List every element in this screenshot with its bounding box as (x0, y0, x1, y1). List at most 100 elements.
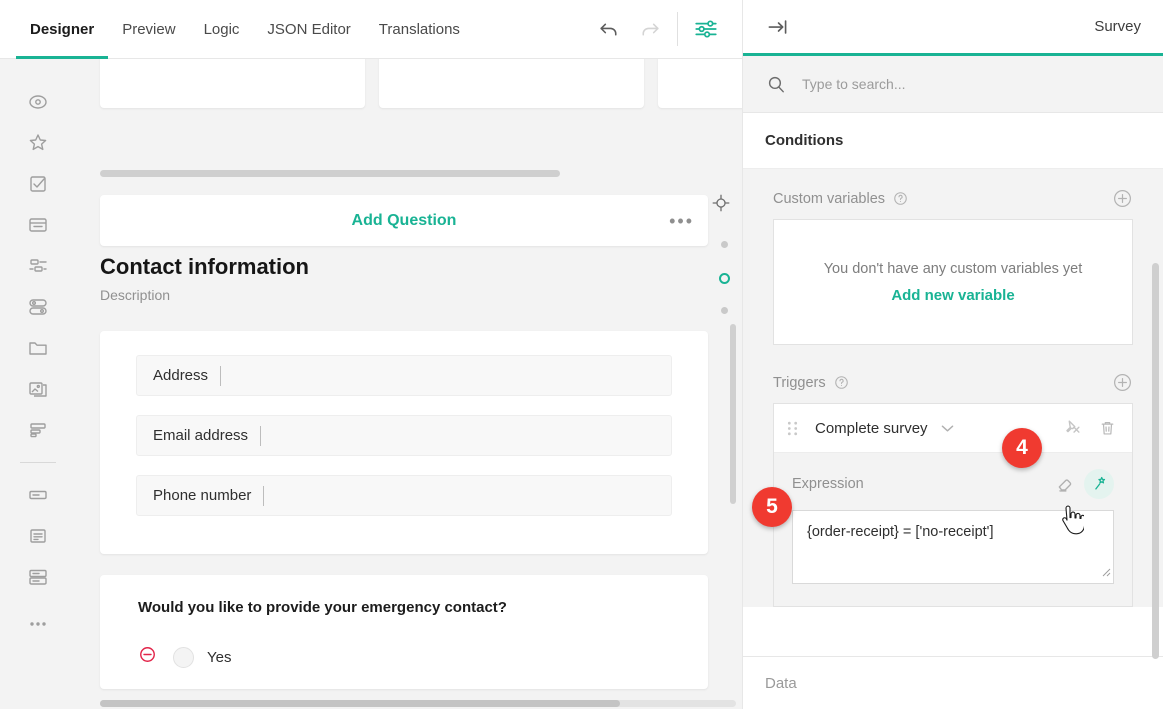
drag-handle-icon (786, 420, 799, 437)
step-badge-5: 5 (752, 487, 792, 527)
toolbox-item-radiogroup[interactable] (18, 81, 58, 122)
field-email-address[interactable]: Email address (136, 415, 672, 456)
radio-yes[interactable] (173, 647, 194, 668)
matrix-cell[interactable] (379, 59, 644, 108)
page-title[interactable]: Contact information (100, 254, 708, 280)
add-question-button[interactable]: Add Question ••• (100, 195, 708, 246)
trigger-unpin-button[interactable] (1061, 417, 1083, 439)
more-dots-icon (26, 612, 50, 636)
resize-grip-icon[interactable] (1099, 564, 1111, 582)
canvas-vscrollbar-thumb[interactable] (730, 324, 736, 504)
drag-handle-button[interactable] (786, 420, 799, 437)
design-canvas: Add Question ••• (76, 59, 742, 709)
step-badge-4-label: 4 (1016, 436, 1028, 460)
ranking-icon (26, 418, 50, 442)
search-icon (765, 73, 788, 96)
panel-header: Survey (743, 0, 1163, 56)
page-description[interactable]: Description (100, 287, 708, 303)
section-conditions-body: Custom variables You (743, 169, 1163, 607)
expression-header: Expression (792, 469, 1114, 499)
page-navigator-dot-active[interactable] (719, 273, 730, 284)
custom-variables-empty-text: You don't have any custom variables yet (824, 261, 1083, 277)
page-block: Contact information Description Address … (100, 254, 708, 689)
canvas-hscrollbar-thumb[interactable] (100, 700, 620, 707)
matrix-hscrollbar[interactable] (100, 170, 740, 177)
tab-logic[interactable]: Logic (190, 0, 254, 59)
expression-wand-button[interactable] (1084, 469, 1114, 499)
trigger-type-value[interactable]: Complete survey (815, 420, 928, 437)
toolbox-item-rating[interactable] (18, 122, 58, 163)
expression-clear-button[interactable] (1054, 473, 1076, 495)
tagbox-icon (26, 254, 50, 278)
field-email-address-label: Email address (153, 427, 248, 444)
redo-icon (637, 17, 662, 42)
redo-button[interactable] (629, 9, 669, 49)
toolbox-item-text[interactable] (18, 474, 58, 515)
tab-json-editor[interactable]: JSON Editor (253, 0, 364, 59)
toolbox-item-dropdown[interactable] (18, 204, 58, 245)
question-emergency-contact[interactable]: Would you like to provide your emergency… (100, 575, 708, 689)
text-caret (220, 366, 221, 386)
add-custom-variable-button[interactable] (1112, 188, 1133, 209)
target-crosshair-icon (710, 192, 732, 214)
section-conditions-header[interactable]: Conditions (743, 113, 1163, 169)
tab-designer-label: Designer (30, 21, 94, 38)
matrix-hscrollbar-thumb[interactable] (100, 170, 560, 177)
custom-variables-help-button[interactable] (893, 191, 908, 206)
section-data-label: Data (765, 675, 797, 692)
expression-label: Expression (792, 476, 864, 492)
add-circle-icon (1112, 188, 1133, 209)
text-caret (260, 426, 261, 446)
section-conditions-label: Conditions (765, 132, 843, 149)
toolbox-item-boolean[interactable] (18, 286, 58, 327)
toolbar-divider (677, 12, 678, 46)
field-address[interactable]: Address (136, 355, 672, 396)
triggers-help-button[interactable] (834, 375, 849, 390)
mouse-cursor (1058, 505, 1084, 542)
settings-sliders-icon (693, 16, 719, 42)
boolean-toggle-icon (26, 295, 50, 319)
page-navigator-dot[interactable] (721, 241, 728, 248)
trash-icon (1097, 418, 1118, 439)
toolbox-item-comment[interactable] (18, 515, 58, 556)
collapse-panel-button[interactable] (765, 14, 791, 40)
panel-vscrollbar-thumb[interactable] (1152, 263, 1159, 659)
page-navigator (704, 192, 742, 339)
survey-settings-button[interactable] (686, 9, 726, 49)
property-grid-panel: Survey Type to search... Conditions Cust… (742, 0, 1163, 709)
matrix-cell[interactable] (658, 59, 742, 108)
search-input-placeholder[interactable]: Type to search... (802, 76, 906, 92)
field-phone-number[interactable]: Phone number (136, 475, 672, 516)
section-data-header[interactable]: Data (743, 656, 1163, 709)
undo-button[interactable] (589, 9, 629, 49)
toolbox-item-multipletext[interactable] (18, 556, 58, 597)
text-caret (263, 486, 264, 506)
add-new-variable-link[interactable]: Add new variable (891, 287, 1014, 304)
toolbox-item-tagbox[interactable] (18, 245, 58, 286)
tab-translations[interactable]: Translations (365, 0, 474, 59)
tab-translations-label: Translations (379, 21, 460, 38)
trigger-type-dropdown-button[interactable] (941, 424, 954, 433)
canvas-hscrollbar[interactable] (100, 700, 736, 707)
rating-star-icon (26, 131, 50, 155)
add-question-more-button[interactable]: ••• (669, 212, 694, 230)
toolbox-item-more[interactable] (18, 603, 58, 644)
toolbox-item-ranking[interactable] (18, 409, 58, 450)
matrix-cell[interactable] (100, 59, 365, 108)
step-badge-5-label: 5 (766, 495, 778, 519)
page-navigator-target-button[interactable] (710, 192, 742, 219)
panel-search-bar[interactable]: Type to search... (743, 56, 1163, 113)
toolbox-item-file[interactable] (18, 327, 58, 368)
remove-choice-button[interactable] (138, 645, 157, 669)
help-question-icon (834, 375, 849, 390)
toolbox-item-imagepicker[interactable] (18, 368, 58, 409)
add-trigger-button[interactable] (1112, 372, 1133, 393)
trigger-delete-button[interactable] (1097, 418, 1118, 439)
toolbox-item-checkbox[interactable] (18, 163, 58, 204)
resize-handle-icon (1099, 565, 1111, 577)
page-navigator-dot[interactable] (721, 307, 728, 314)
field-phone-number-label: Phone number (153, 487, 251, 504)
tab-preview[interactable]: Preview (108, 0, 189, 59)
triggers-header: Triggers (773, 372, 1133, 393)
tab-designer[interactable]: Designer (16, 0, 108, 59)
